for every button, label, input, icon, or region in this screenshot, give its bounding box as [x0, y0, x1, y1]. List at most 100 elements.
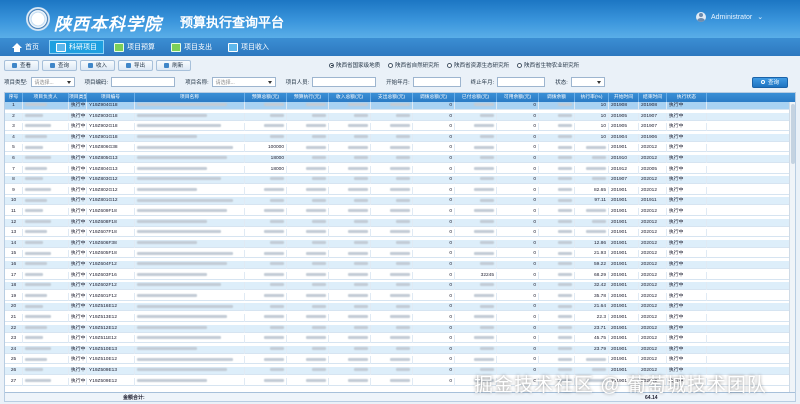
table-row[interactable]: 19 执行中 Y19Z601F12 0 0 35.78 201901 202012 执行中 — [5, 292, 795, 301]
column-header[interactable]: 项目名称 — [135, 93, 245, 102]
cell-expense — [371, 112, 413, 121]
cell-code: Y19Z904G18 — [87, 102, 135, 110]
cell-end: 202012 — [639, 292, 667, 301]
redacted-blur — [264, 251, 284, 255]
cell-budget — [245, 356, 287, 365]
table-row[interactable]: 11 执行中 Y19Z609F18 0 0 201901 202012 执行中 — [5, 208, 795, 216]
column-header[interactable]: 支出总额(元) — [371, 93, 413, 102]
type-select[interactable]: 请选择... — [30, 77, 75, 87]
table-row[interactable]: 9 执行中 Y19Z802G12 0 0 82.65 201901 202012 执行中 — [5, 186, 795, 195]
tab-expense[interactable]: 项目支出 — [165, 40, 218, 54]
column-header[interactable]: 开始时间 — [609, 93, 639, 102]
column-header[interactable]: 项目类型 — [69, 93, 87, 102]
org-radio[interactable]: 陕西省自然研究所 — [388, 61, 439, 69]
org-radio[interactable]: 陕西省资源生态研究所 — [447, 61, 509, 69]
table-row[interactable]: 5 执行中 Y19Z806G38 100000 0 0 201901 202012 执行中 — [5, 144, 795, 153]
cell-code: Y19Z805G13 — [87, 155, 135, 163]
cell-exec — [287, 155, 329, 163]
table-row[interactable]: 7 执行中 Y19Z804G13 18000 0 0 201912 202005 执行中 — [5, 165, 795, 174]
column-header[interactable]: 执行率(%) — [575, 93, 609, 102]
cell-expense — [371, 335, 413, 344]
table-row[interactable]: 14 执行中 Y19Z606F38 0 0 12.86 201901 202012 执行中 — [5, 239, 795, 248]
redacted-blur — [137, 357, 233, 361]
income-button[interactable]: 收入 — [80, 59, 116, 71]
user-menu[interactable]: Administrator ⌄ — [696, 12, 763, 22]
cell-rate: 10 — [575, 112, 609, 121]
grid-icon — [56, 42, 66, 52]
cell-budget — [245, 186, 287, 195]
status-select[interactable] — [570, 77, 605, 87]
table-row[interactable]: 18 执行中 Y19Z602F12 0 0 32.42 201901 202012 执行中 — [5, 282, 795, 291]
org-radio[interactable]: 陕西省生物农业研究所 — [517, 61, 579, 69]
redacted-blur — [25, 124, 51, 128]
redacted-blur — [586, 230, 606, 234]
table-row[interactable]: 25 执行中 Y19Z510E12 0 0 201901 202012 执行中 — [5, 356, 795, 365]
column-header[interactable]: 项目负责人 — [23, 93, 69, 102]
search-button[interactable]: 查询 — [42, 59, 78, 71]
org-radio[interactable]: 陕西省国家级地质 — [329, 61, 380, 69]
cell-status: 执行中 — [667, 292, 707, 301]
view-button[interactable]: 查看 — [4, 59, 40, 71]
cell-avail: 0 — [497, 218, 539, 227]
table-row[interactable]: 10 执行中 Y19Z801G12 0 0 97.11 201901 201911 执行中 — [5, 197, 795, 206]
column-header[interactable]: 调拨余额 — [539, 93, 575, 102]
refresh-button[interactable]: 刷新 — [156, 59, 192, 71]
table-row[interactable]: 1 执行中 Y19Z904G18 0 0 10 201908 201908 执行中 — [5, 102, 795, 110]
table-row[interactable]: 24 执行中 Y19Z510E13 0 0 23.79 201901 202012 执行中 — [5, 345, 795, 354]
column-header[interactable]: 项目编号 — [87, 93, 135, 102]
table-row[interactable]: 15 执行中 Y19Z605F18 0 0 21.93 201901 202012 执行中 — [5, 250, 795, 259]
table-row[interactable]: 6 执行中 Y19Z805G13 18000 0 0 201910 202012 执行中 — [5, 155, 795, 163]
vertical-scrollbar[interactable] — [789, 102, 795, 392]
redacted-blur — [396, 219, 410, 223]
table-row[interactable]: 23 执行中 Y19Z511E12 0 0 45.75 201901 202012 执行中 — [5, 335, 795, 344]
query-button[interactable]: 查询 — [751, 76, 788, 88]
column-header[interactable]: 收入总额(元) — [329, 93, 371, 102]
redacted-blur — [558, 177, 572, 181]
table-row[interactable]: 3 执行中 Y19Z902G18 0 0 10 201905 201907 执行中 — [5, 123, 795, 132]
table-row[interactable]: 8 执行中 Y19Z803G12 0 0 201907 202012 执行中 — [5, 176, 795, 185]
start-input[interactable] — [412, 77, 461, 87]
radio-label: 陕西省国家级地质 — [336, 63, 381, 69]
end-input[interactable] — [497, 77, 546, 87]
tab-home[interactable]: 首页 — [6, 40, 45, 54]
code-input[interactable] — [111, 77, 176, 87]
tab-income[interactable]: 项目收入 — [222, 40, 275, 54]
cell-paid — [455, 303, 497, 312]
column-header[interactable]: 已付总额(元) — [455, 93, 497, 102]
table-row[interactable]: 21 执行中 Y19Z513E12 0 0 22.3 201901 202012 执行中 — [5, 314, 795, 322]
table-row[interactable]: 13 执行中 Y19Z607F18 0 0 201901 202012 执行中 — [5, 229, 795, 238]
redacted-blur — [25, 272, 43, 276]
cell-transfer: 0 — [413, 197, 455, 206]
redacted-blur — [558, 357, 572, 361]
cell-paid — [455, 133, 497, 142]
column-header[interactable]: 结束时间 — [639, 93, 667, 102]
column-header[interactable]: 预算总额(元) — [245, 93, 287, 102]
table-row[interactable]: 4 执行中 Y19Z901G18 0 0 10 201904 201906 执行中 — [5, 133, 795, 142]
cell-name — [135, 165, 245, 174]
table-row[interactable]: 20 执行中 Y19Z516E12 0 0 21.64 201901 202012 执行中 — [5, 303, 795, 312]
table-row[interactable]: 2 执行中 Y19Z903G18 0 0 10 201905 201907 执行中 — [5, 112, 795, 121]
cell-no: 12 — [5, 218, 23, 227]
scroll-thumb[interactable] — [791, 104, 795, 164]
cell-income — [329, 271, 371, 280]
column-header[interactable]: 执行状态 — [667, 93, 707, 102]
column-header[interactable]: 序号 — [5, 93, 23, 102]
person-input[interactable] — [312, 77, 377, 87]
tab-budget[interactable]: 项目预算 — [108, 40, 161, 54]
column-header[interactable]: 调拨总额(元) — [413, 93, 455, 102]
cell-no: 13 — [5, 229, 23, 238]
table-row[interactable]: 17 执行中 Y19Z603F16 0 32245 0 68.29 201901 202012 执… — [5, 271, 795, 280]
name-select[interactable]: 请选择... — [211, 77, 276, 87]
cell-type: 执行中 — [71, 292, 87, 301]
column-header[interactable]: 可用余额(元) — [497, 93, 539, 102]
redacted-blur — [354, 177, 368, 181]
table-row[interactable]: 16 执行中 Y19Z604F12 0 0 59.22 201901 202012 执行中 — [5, 261, 795, 269]
cell-status: 执行中 — [667, 218, 707, 227]
cell-avail: 0 — [497, 112, 539, 121]
export-button[interactable]: 导出 — [118, 59, 154, 71]
column-header[interactable]: 预算执行(元) — [287, 93, 329, 102]
redacted-blur — [25, 209, 43, 213]
table-row[interactable]: 22 执行中 Y19Z512E12 0 0 23.71 201901 202012 执行中 — [5, 324, 795, 333]
tab-grid[interactable]: 科研项目 — [49, 40, 104, 54]
table-row[interactable]: 12 执行中 Y19Z608F18 0 0 201901 202012 执行中 — [5, 218, 795, 227]
